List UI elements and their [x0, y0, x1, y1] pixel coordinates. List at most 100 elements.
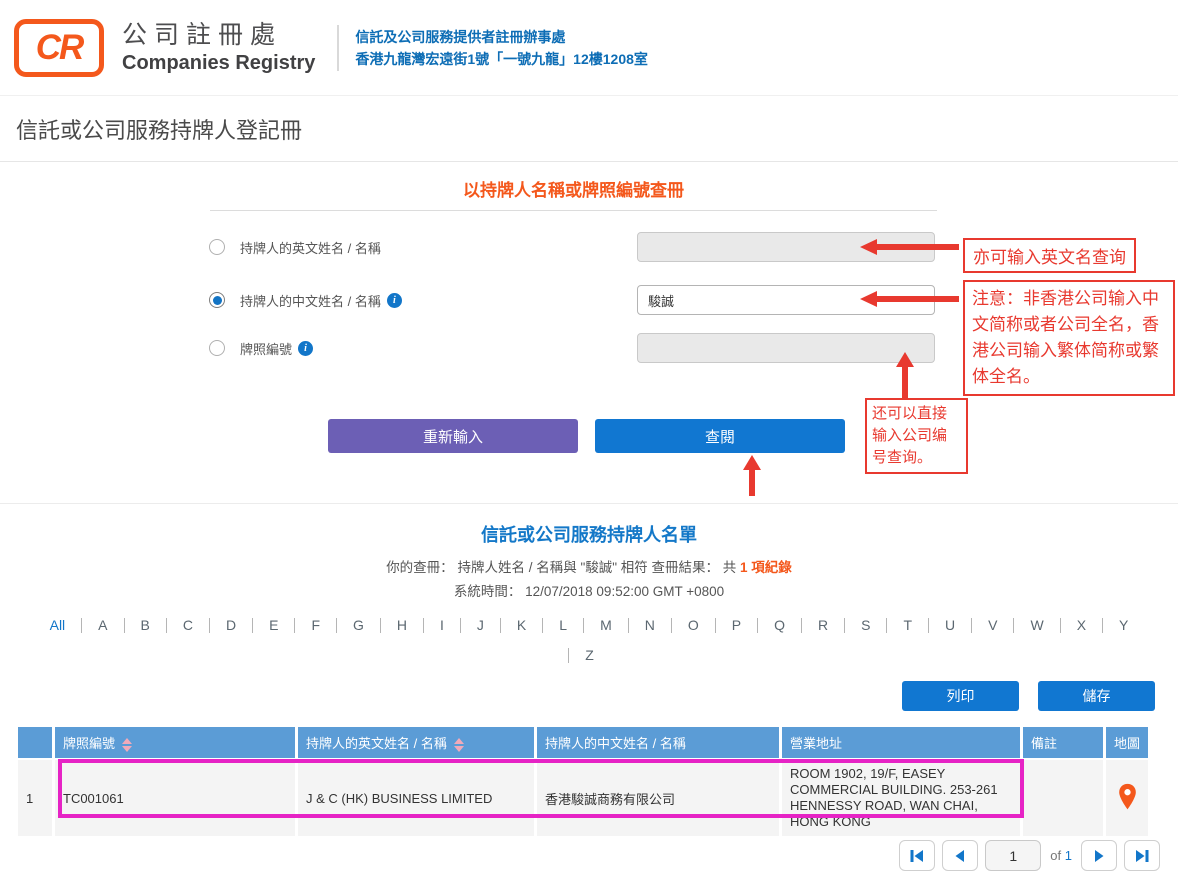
annotation-note-license: 还可以直接输入公司编号查询。 [865, 398, 968, 474]
alphabet-filter-x[interactable]: X [1077, 617, 1086, 633]
alphabet-separator [423, 618, 424, 633]
next-page-button[interactable] [1081, 840, 1117, 871]
alphabet-filter-s[interactable]: S [861, 617, 870, 633]
alphabet-filter-all[interactable]: All [50, 617, 66, 633]
alphabet-separator [380, 618, 381, 633]
sort-icon[interactable] [454, 738, 464, 752]
row-license-number: TC001061 [55, 760, 295, 836]
alphabet-filter-h[interactable]: H [397, 617, 407, 633]
alphabet-filter-o[interactable]: O [688, 617, 699, 633]
alphabet-separator [124, 618, 125, 633]
col-english-name[interactable]: 持牌人的英文姓名 / 名稱 [298, 727, 534, 758]
alphabet-separator [1060, 618, 1061, 633]
office-line1: 信託及公司服務提供者註冊辦事處 [355, 26, 648, 48]
results-heading: 信託或公司服務持牌人名單 [0, 521, 1178, 547]
alphabet-filter-u[interactable]: U [945, 617, 955, 633]
alphabet-separator [971, 618, 972, 633]
alphabet-separator [294, 618, 295, 633]
alphabet-filter-f[interactable]: F [311, 617, 320, 633]
license-number-input[interactable] [637, 333, 935, 363]
col-license-number[interactable]: 牌照編號 [55, 727, 295, 758]
first-page-icon [909, 848, 925, 864]
alphabet-separator [886, 618, 887, 633]
alphabet-separator [568, 648, 569, 663]
col-address: 營業地址 [782, 727, 1020, 758]
row-map[interactable] [1106, 760, 1148, 836]
alphabet-filter-m[interactable]: M [600, 617, 612, 633]
system-time: 系統時間： 12/07/2018 09:52:00 GMT +0800 [0, 580, 1178, 600]
pagination: of 1 [899, 840, 1160, 871]
alphabet-filter-q[interactable]: Q [774, 617, 785, 633]
row-remarks [1023, 760, 1103, 836]
alphabet-filter-p[interactable]: P [732, 617, 741, 633]
alphabet-filter-a[interactable]: A [98, 617, 107, 633]
map-pin-icon [1117, 783, 1138, 811]
alphabet-filter-l[interactable]: L [559, 617, 567, 633]
alphabet-filter-r[interactable]: R [818, 617, 828, 633]
alphabet-separator [209, 618, 210, 633]
alphabet-filter-i[interactable]: I [440, 617, 444, 633]
title-band: 信託或公司服務持牌人登記冊 [0, 97, 1178, 162]
alphabet-separator [628, 618, 629, 633]
alphabet-filter-e[interactable]: E [269, 617, 278, 633]
save-button[interactable]: 儲存 [1038, 681, 1155, 711]
radio-license-number[interactable] [209, 340, 225, 356]
annotation-arrow-left-icon [860, 239, 959, 255]
alphabet-filter-d[interactable]: D [226, 617, 236, 633]
reset-button[interactable]: 重新輸入 [328, 419, 578, 453]
alphabet-filter-c[interactable]: C [183, 617, 193, 633]
search-button[interactable]: 查閱 [595, 419, 845, 453]
search-heading: 以持牌人名稱或牌照編號查冊 [210, 176, 937, 201]
alphabet-filter-y[interactable]: Y [1119, 617, 1128, 633]
result-count: 1 項紀錄 [740, 560, 792, 575]
alphabet-separator [928, 618, 929, 633]
org-name-zh: 公司註冊處 [122, 20, 315, 50]
alphabet-separator [500, 618, 501, 633]
alphabet-separator [1102, 618, 1103, 633]
alphabet-filter-j[interactable]: J [477, 617, 484, 633]
alphabet-filter-g[interactable]: G [353, 617, 364, 633]
alphabet-filter-n[interactable]: N [645, 617, 655, 633]
first-page-button[interactable] [899, 840, 935, 871]
next-page-icon [1091, 848, 1107, 864]
cr-logo[interactable]: CR [14, 19, 104, 77]
info-icon[interactable]: i [387, 293, 402, 308]
alphabet-filter-t[interactable]: T [903, 617, 912, 633]
alphabet-separator [81, 618, 82, 633]
last-page-button[interactable] [1124, 840, 1160, 871]
info-icon[interactable]: i [298, 341, 313, 356]
annotation-note-chinese: 注意：非香港公司输入中文简称或者公司全名，香港公司输入繁体简称或繁体全名。 [963, 280, 1175, 396]
sort-icon[interactable] [122, 738, 132, 752]
radio-english-name[interactable] [209, 239, 225, 255]
row-chinese-name: 香港駿誠商務有限公司 [537, 760, 779, 836]
alphabet-separator [715, 618, 716, 633]
alphabet-filter-z[interactable]: Z [585, 647, 594, 663]
option-label-license-number: 牌照編號 [240, 339, 292, 358]
radio-chinese-name[interactable] [209, 292, 225, 308]
option-label-chinese-name: 持牌人的中文姓名 / 名稱 [240, 291, 381, 310]
query-summary-text: 你的查冊： 持牌人姓名 / 名稱與 "駿誠" 相符 查冊結果： 共 [386, 560, 740, 575]
org-name: 公司註冊處 Companies Registry [122, 20, 315, 76]
alphabet-separator [671, 618, 672, 633]
alphabet-filter-v[interactable]: V [988, 617, 997, 633]
header-divider [337, 25, 339, 71]
page-total: of 1 [1050, 848, 1072, 863]
annotation-arrow-up-icon [896, 352, 914, 399]
alphabet-separator [460, 618, 461, 633]
print-button[interactable]: 列印 [902, 681, 1019, 711]
alphabet-filter-b[interactable]: B [141, 617, 150, 633]
alphabet-filter-k[interactable]: K [517, 617, 526, 633]
alphabet-separator [801, 618, 802, 633]
previous-page-button[interactable] [942, 840, 978, 871]
row-address: ROOM 1902, 19/F, EASEY COMMERCIAL BUILDI… [782, 760, 1020, 836]
page-title: 信託或公司服務持牌人登記冊 [16, 113, 302, 145]
alphabet-separator [252, 618, 253, 633]
row-index: 1 [18, 760, 52, 836]
page-number-input[interactable] [985, 840, 1041, 871]
site-header: CR 公司註冊處 Companies Registry 信託及公司服務提供者註冊… [0, 0, 1178, 96]
alphabet-filter-w[interactable]: W [1030, 617, 1043, 633]
annotation-note-english: 亦可输入英文名查询 [963, 238, 1136, 273]
annotation-arrow-left-icon [860, 291, 959, 307]
row-english-name: J & C (HK) BUSINESS LIMITED [298, 760, 534, 836]
alphabet-separator [583, 618, 584, 633]
